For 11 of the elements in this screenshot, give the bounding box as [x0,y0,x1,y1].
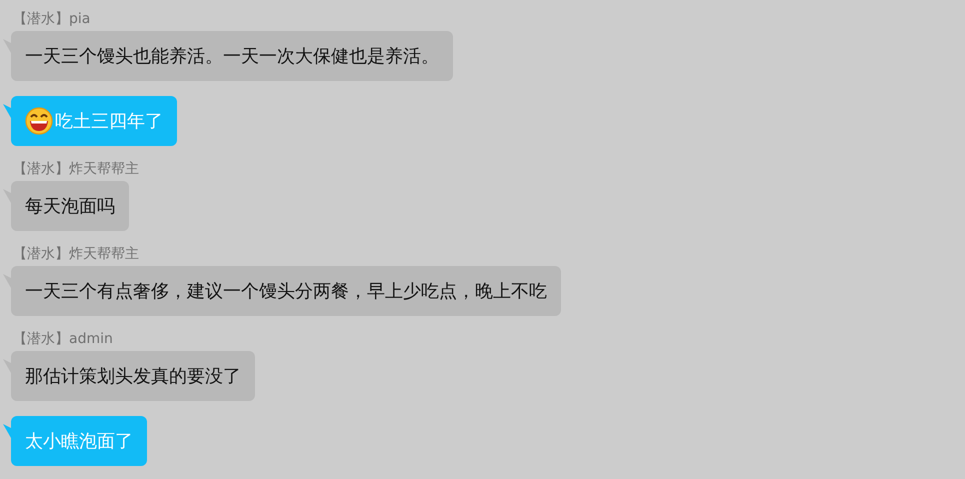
message-text: 一天三个有点奢侈，建议一个馒头分两餐，早上少吃点，晚上不吃 [25,280,547,303]
sender-name: 【潜水】admin [12,331,114,348]
message-text: 那估计策划头发真的要没了 [25,365,241,388]
message-text: 一天三个馒头也能养活。一天一次大保健也是养活。 [25,45,439,68]
sender-name: 【潜水】炸天帮帮主 [12,246,140,263]
message-text: 吃土三四年了 [55,110,163,133]
laughing-emoji-icon [25,107,53,135]
sender-name: 【潜水】pia [12,11,92,28]
message-text: 太小瞧泡面了 [25,430,133,453]
sender-name: 【潜水】炸天帮帮主 [12,161,140,178]
message-text: 每天泡面吗 [25,195,115,218]
